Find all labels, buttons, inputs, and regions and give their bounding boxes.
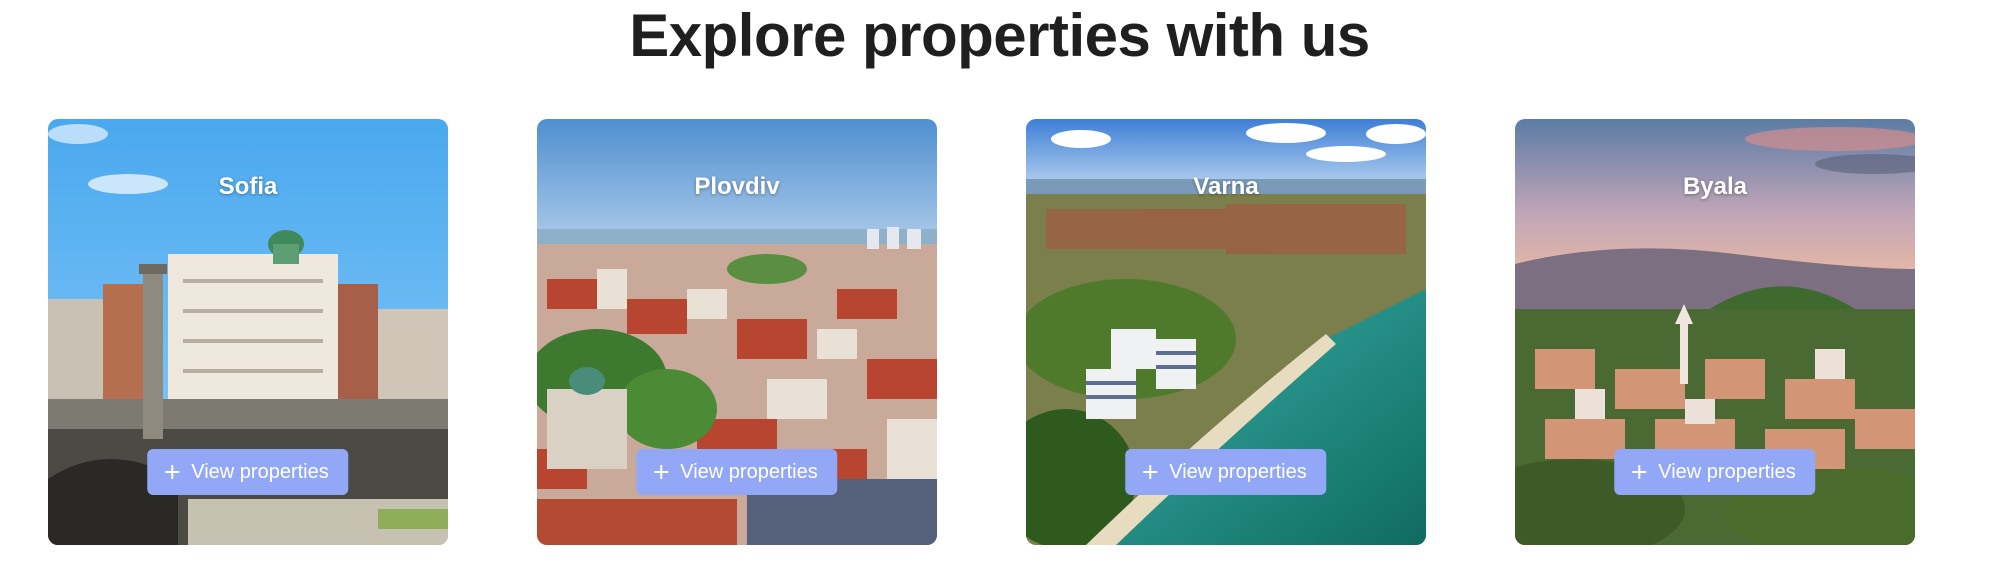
city-card-byala[interactable]: Byala View properties bbox=[1515, 119, 1915, 545]
city-cards: Sofia View properties Plovdiv View prope… bbox=[48, 119, 1961, 545]
view-properties-button[interactable]: View properties bbox=[1614, 449, 1816, 495]
card-city-name: Byala bbox=[1682, 173, 1748, 200]
plus-icon bbox=[1632, 465, 1647, 479]
plus-icon bbox=[654, 465, 669, 479]
plus-icon bbox=[1143, 465, 1158, 479]
view-properties-button[interactable]: View properties bbox=[147, 449, 349, 495]
view-properties-label: View properties bbox=[1658, 460, 1796, 483]
view-properties-label: View properties bbox=[680, 460, 818, 483]
view-properties-label: View properties bbox=[1169, 460, 1307, 483]
card-city-name: Varna bbox=[1193, 173, 1259, 200]
view-properties-label: View properties bbox=[191, 460, 329, 483]
page: Explore properties with us Sofia View pr… bbox=[0, 0, 1999, 582]
view-properties-button[interactable]: View properties bbox=[1125, 449, 1327, 495]
plus-icon bbox=[165, 465, 180, 479]
view-properties-button[interactable]: View properties bbox=[636, 449, 838, 495]
card-city-name: Plovdiv bbox=[694, 173, 780, 200]
city-card-sofia[interactable]: Sofia View properties bbox=[48, 119, 448, 545]
city-card-plovdiv[interactable]: Plovdiv View properties bbox=[537, 119, 937, 545]
page-title: Explore properties with us bbox=[629, 2, 1370, 69]
card-city-name: Sofia bbox=[218, 173, 278, 200]
city-card-varna[interactable]: Varna View properties bbox=[1026, 119, 1426, 545]
